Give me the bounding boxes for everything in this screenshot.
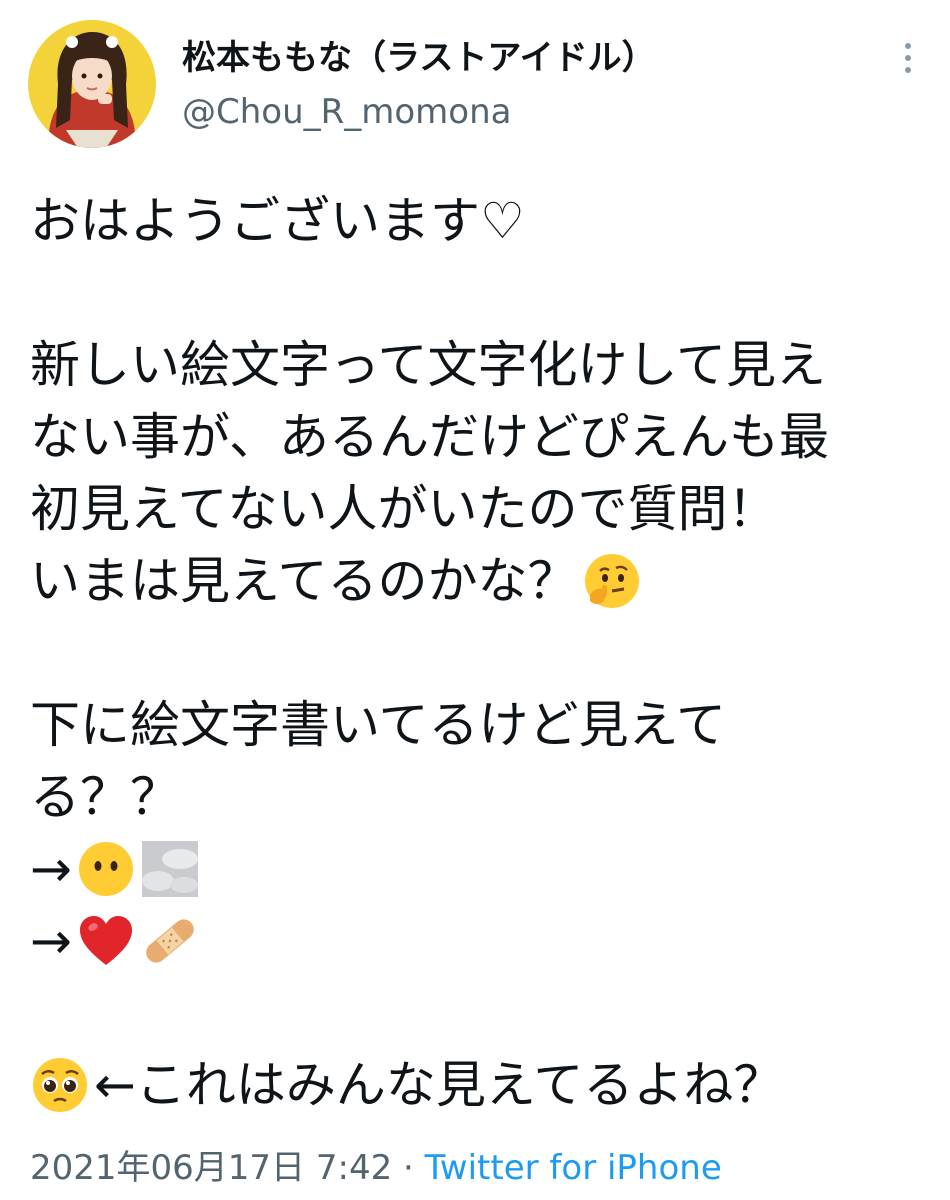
tweet-line: 下に絵文字書いてるけど見えて (30, 696, 726, 754)
face-without-mouth-icon (76, 839, 136, 899)
author-block: 松本ももな（ラストアイドル） @Chou_R_momona (182, 36, 656, 134)
adhesive-bandage-icon (140, 911, 200, 971)
more-dot-icon (905, 67, 911, 73)
tweet-line: → (30, 905, 930, 977)
avatar[interactable] (28, 20, 156, 148)
more-dot-icon (905, 55, 911, 61)
author-handle[interactable]: @Chou_R_momona (182, 90, 656, 134)
tweet-line: ←これはみんな見えてるよね？ (30, 1049, 930, 1121)
pleading-face-icon (30, 1055, 90, 1115)
tweet-line: る？？ (30, 768, 180, 826)
tweet-text: おはようございます♡ 新しい絵文字って文字化けして見え ない事が、あるんだけどぴ… (30, 185, 930, 1121)
tweet-line: → (30, 833, 930, 905)
tweet-line-text: ←これはみんな見えてるよね？ (94, 1056, 784, 1114)
tweet-line: いまは見えてるのかな？ (30, 545, 930, 617)
author-display-name[interactable]: 松本ももな（ラストアイドル） (182, 36, 656, 80)
arrow-text: → (30, 840, 72, 898)
more-options-button[interactable] (890, 36, 926, 80)
face-in-clouds-icon (140, 839, 200, 899)
tweet-line: 初見えてない人がいたので質問！ (30, 480, 778, 538)
more-dot-icon (905, 43, 911, 49)
tweet-source-link[interactable]: Twitter for iPhone (425, 1148, 722, 1188)
meta-separator: · (403, 1148, 414, 1188)
tweet-line: 新しい絵文字って文字化けして見え (30, 336, 826, 394)
tweet-line: ない事が、あるんだけどぴえんも最 (30, 408, 829, 466)
thinking-face-icon (582, 551, 642, 611)
tweet-timestamp[interactable]: 2021年06月17日 7:42 (30, 1148, 392, 1188)
tweet-meta: 2021年06月17日 7:42 · Twitter for iPhone (30, 1146, 722, 1190)
red-heart-icon (76, 911, 136, 971)
tweet: 松本ももな（ラストアイドル） @Chou_R_momona おはようございます♡… (0, 0, 950, 1200)
arrow-text: → (30, 912, 72, 970)
tweet-line: おはようございます♡ (30, 192, 525, 250)
tweet-line-text: いまは見えてるのかな？ (30, 552, 578, 610)
